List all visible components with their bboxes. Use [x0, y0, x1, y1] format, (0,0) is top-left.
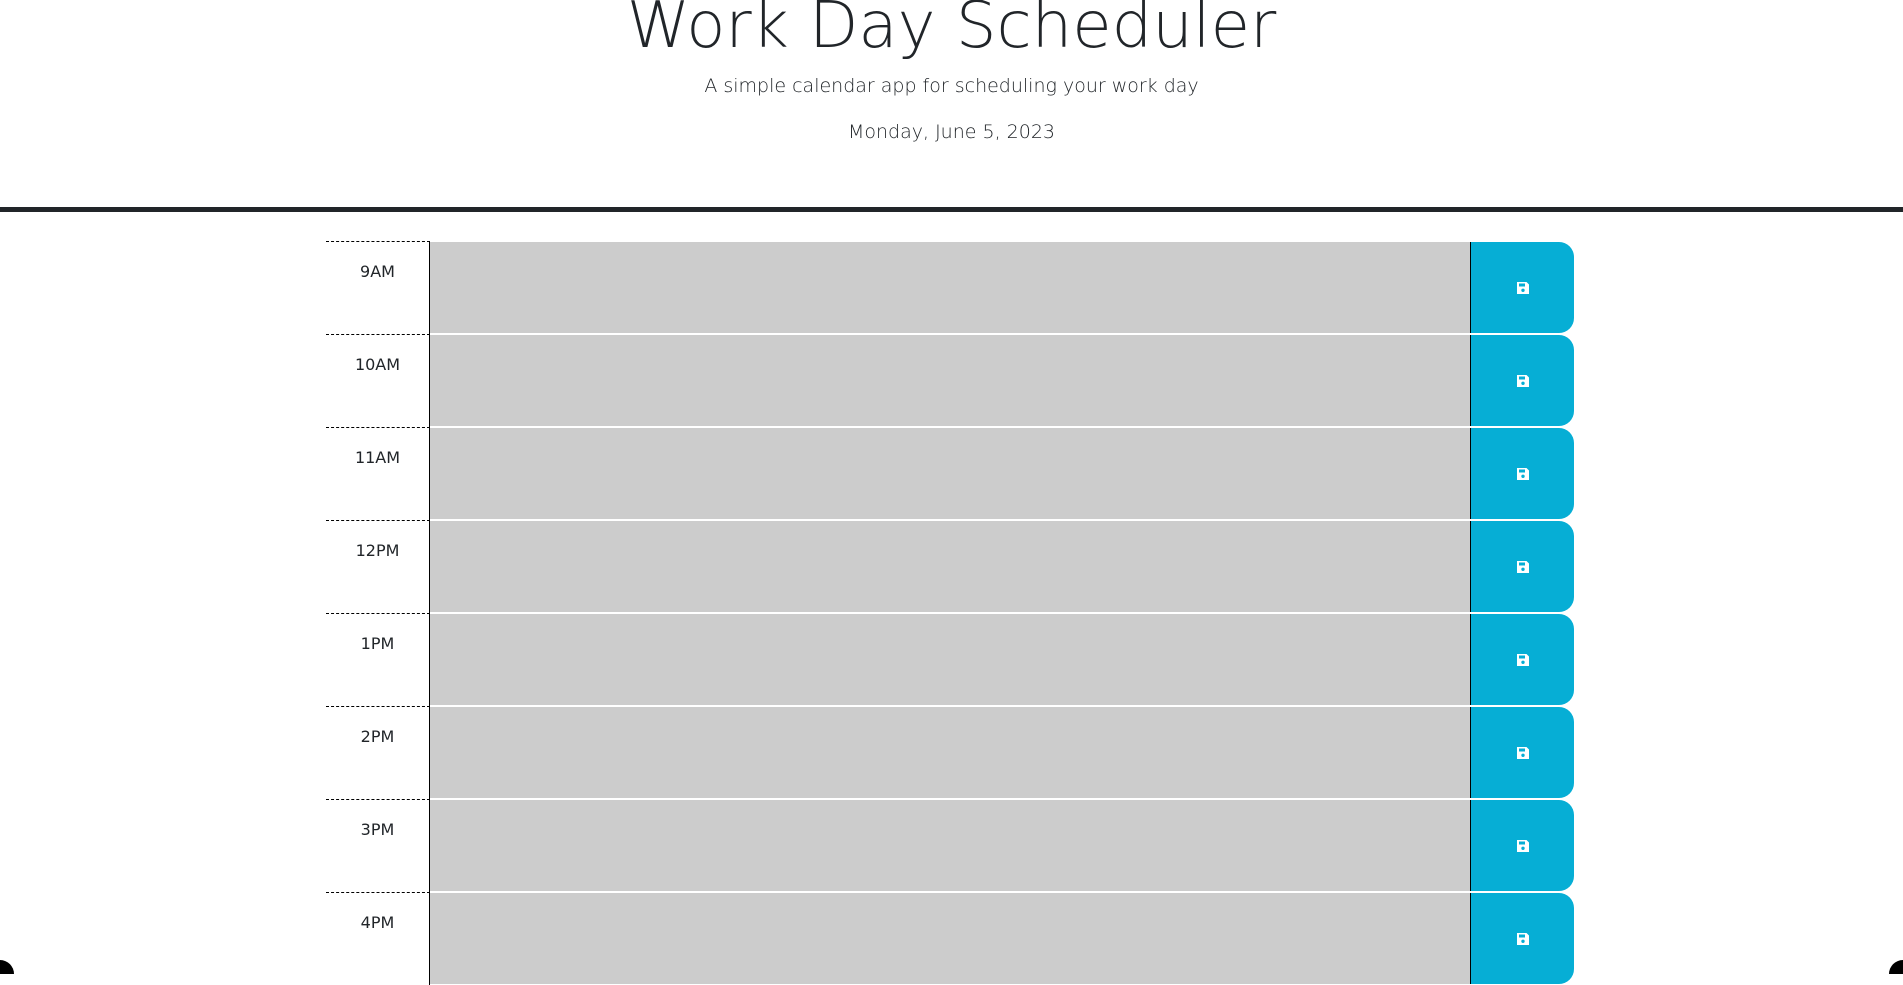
page-header: Work Day Scheduler A simple calendar app…: [0, 0, 1903, 212]
save-button[interactable]: [1470, 800, 1574, 891]
event-description-input[interactable]: [430, 520, 1470, 613]
schedule-container: 9AM 10AM: [326, 241, 1576, 985]
time-block-12pm: 12PM: [326, 520, 1576, 613]
save-button[interactable]: [1470, 614, 1574, 705]
hour-label: 9AM: [326, 241, 430, 334]
time-block-4pm: 4PM: [326, 892, 1576, 985]
floppy-disk-icon: [1516, 746, 1530, 760]
event-description-input[interactable]: [430, 706, 1470, 799]
event-description-input[interactable]: [430, 613, 1470, 706]
time-block-2pm: 2PM: [326, 706, 1576, 799]
save-button[interactable]: [1470, 242, 1574, 333]
floppy-disk-icon: [1516, 467, 1530, 481]
hour-label: 11AM: [326, 427, 430, 520]
hour-label: 1PM: [326, 613, 430, 706]
time-block-1pm: 1PM: [326, 613, 1576, 706]
hour-label: 12PM: [326, 520, 430, 613]
time-block-11am: 11AM: [326, 427, 1576, 520]
floppy-disk-icon: [1516, 560, 1530, 574]
time-block-10am: 10AM: [326, 334, 1576, 427]
page-title: Work Day Scheduler: [0, 0, 1903, 62]
save-button[interactable]: [1470, 893, 1574, 984]
floppy-disk-icon: [1516, 839, 1530, 853]
window-corner: [0, 960, 14, 974]
save-button[interactable]: [1470, 521, 1574, 612]
floppy-disk-icon: [1516, 374, 1530, 388]
event-description-input[interactable]: [430, 334, 1470, 427]
event-description-input[interactable]: [430, 799, 1470, 892]
time-block-9am: 9AM: [326, 241, 1576, 334]
event-description-input[interactable]: [430, 427, 1470, 520]
save-button[interactable]: [1470, 707, 1574, 798]
floppy-disk-icon: [1516, 281, 1530, 295]
current-day: Monday, June 5, 2023: [0, 120, 1903, 144]
time-block-3pm: 3PM: [326, 799, 1576, 892]
hour-label: 4PM: [326, 892, 430, 985]
window-corner: [1889, 960, 1903, 974]
event-description-input[interactable]: [430, 241, 1470, 334]
hour-label: 2PM: [326, 706, 430, 799]
page-subtitle: A simple calendar app for scheduling you…: [0, 74, 1903, 98]
save-button[interactable]: [1470, 428, 1574, 519]
floppy-disk-icon: [1516, 932, 1530, 946]
hour-label: 10AM: [326, 334, 430, 427]
floppy-disk-icon: [1516, 653, 1530, 667]
save-button[interactable]: [1470, 335, 1574, 426]
hour-label: 3PM: [326, 799, 430, 892]
event-description-input[interactable]: [430, 892, 1470, 985]
